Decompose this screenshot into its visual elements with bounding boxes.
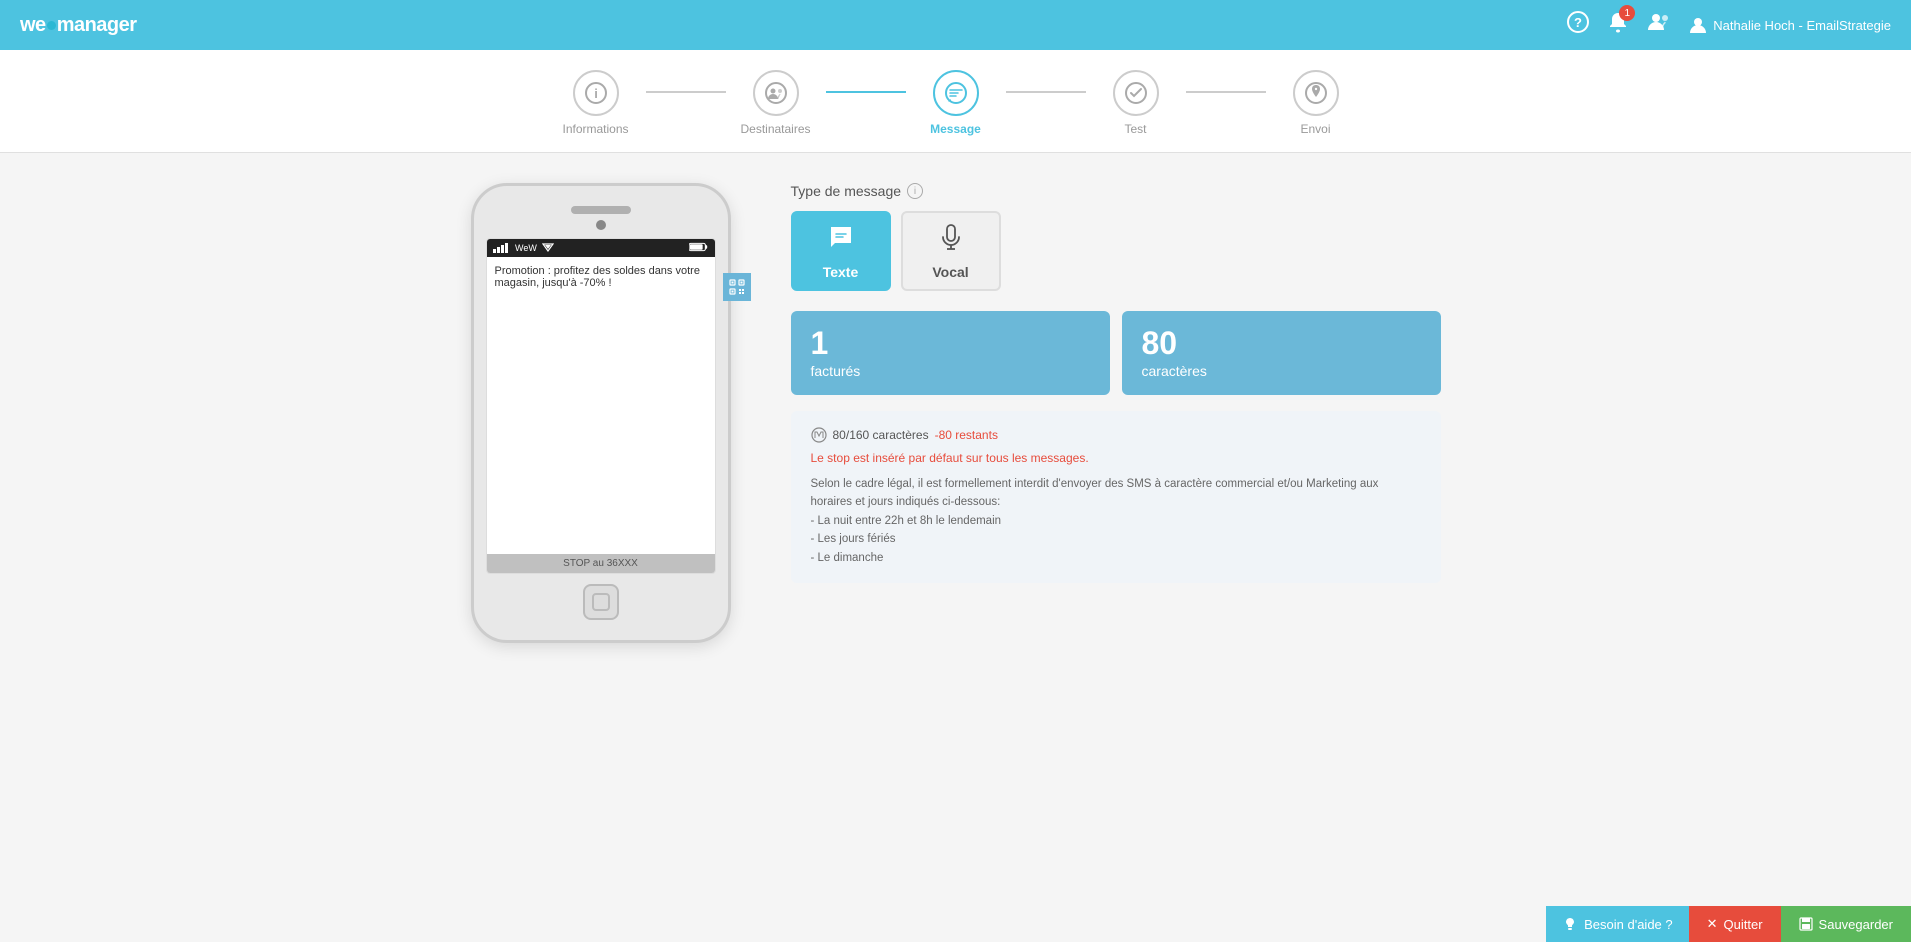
wizard-step-destinataires[interactable]: Destinataires [726,70,826,136]
legal-item2: - Les jours fériés [811,530,1421,548]
legal-text: Selon le cadre légal, il est formellemen… [811,475,1421,567]
step-circle-test [1113,70,1159,116]
step-circle-envoi [1293,70,1339,116]
sms-count-card: 1 facturés [791,311,1110,395]
right-panel: Type de message i Texte [791,183,1441,583]
legal-item1: - La nuit entre 22h et 8h le lendemain [811,512,1421,530]
quit-label: Quitter [1724,917,1763,932]
char-remaining: -80 restants [935,428,998,442]
save-label: Sauvegarder [1819,917,1893,932]
wizard-line-4 [1186,91,1266,93]
phone-mockup: WeW Promotio [471,183,731,643]
stats-row: 1 facturés 80 caractères [791,311,1441,395]
wizard-line-3 [1006,91,1086,93]
phone-camera [596,220,606,230]
type-label-text: Type de message [791,183,902,199]
texte-label: Texte [823,264,859,280]
logo: we manager [20,14,137,37]
header: we manager ? 1 [0,0,1911,50]
save-button[interactable]: Sauvegarder [1781,906,1911,942]
phone-carrier: WeW [493,243,555,254]
vocal-label: Vocal [932,264,968,280]
char-current: 80 [833,428,846,442]
help-button[interactable]: Besoin d'aide ? [1546,906,1689,942]
vocal-icon [937,223,965,258]
phone-home-button [583,584,619,620]
qr-button[interactable] [723,273,751,301]
info-panel: 80/160 caractères -80 restants Le stop e… [791,411,1441,583]
phone-speaker [571,206,631,214]
type-label: Type de message i [791,183,1441,199]
phone-message-text: Promotion : profitez des soldes dans vot… [495,265,700,289]
phone-message-content: Promotion : profitez des soldes dans vot… [487,257,715,554]
char-count-card: 80 caractères [1122,311,1441,395]
char-count-number: 80 [1142,327,1421,359]
wizard-step-envoi[interactable]: Envoi [1266,70,1366,136]
step-label-informations: Informations [562,122,628,136]
char-count-text: 80/160 caractères [833,428,929,442]
notification-icon[interactable]: 1 [1607,11,1629,39]
step-label-destinataires: Destinataires [740,122,810,136]
texte-button[interactable]: Texte [791,211,891,291]
user-name: Nathalie Hoch - EmailStrategie [1713,18,1891,33]
svg-text:i: i [594,86,598,101]
logo-we: we [20,14,46,36]
phone-status-bar: WeW [487,239,715,257]
wizard: i Informations Destinataires [0,50,1911,153]
step-label-envoi: Envoi [1300,122,1330,136]
phone-container: WeW Promotio [471,183,731,643]
wizard-step-test[interactable]: Test [1086,70,1186,136]
wizard-line-2 [826,91,906,93]
users-icon[interactable] [1647,11,1671,39]
sms-count-label: facturés [811,363,1090,379]
phone-screen: WeW Promotio [486,238,716,574]
wizard-step-informations[interactable]: i Informations [546,70,646,136]
notification-badge: 1 [1619,5,1635,21]
phone-battery [689,242,709,254]
quit-button[interactable]: ✕ Quitter [1689,906,1781,942]
main-content: WeW Promotio [0,153,1911,673]
step-circle-informations: i [573,70,619,116]
type-buttons: Texte Vocal [791,211,1441,291]
wizard-line-1 [646,91,726,93]
bottom-bar: Besoin d'aide ? ✕ Quitter Sauvegarder [1546,906,1911,942]
phone-stop-text: STOP au 36XXX [487,554,715,573]
help-icon[interactable]: ? [1567,11,1589,39]
vocal-button[interactable]: Vocal [901,211,1001,291]
texte-icon [827,223,855,258]
step-circle-destinataires [753,70,799,116]
step-label-test: Test [1124,122,1146,136]
svg-text:?: ? [1574,15,1582,30]
char-count-row: 80/160 caractères -80 restants [811,427,1421,443]
legal-intro: Selon le cadre légal, il est formellemen… [811,475,1421,512]
logo-w-letter: manager [57,14,137,36]
logo-text: we manager [20,14,137,37]
header-right: ? 1 Nathalie Hoch - EmailStrategie [1567,11,1891,39]
step-circle-message [933,70,979,116]
wizard-step-message[interactable]: Message [906,70,1006,136]
type-info-icon[interactable]: i [907,183,923,199]
step-label-message: Message [930,122,981,136]
sms-count-number: 1 [811,327,1090,359]
help-label: Besoin d'aide ? [1584,917,1673,932]
char-count-label: caractères [1142,363,1421,379]
user-info: Nathalie Hoch - EmailStrategie [1689,16,1891,34]
quit-icon: ✕ [1707,916,1718,932]
stop-warning: Le stop est inséré par défaut sur tous l… [811,451,1421,465]
phone-home-inner [592,593,610,611]
legal-item3: - Le dimanche [811,549,1421,567]
wizard-steps: i Informations Destinataires [546,70,1366,136]
